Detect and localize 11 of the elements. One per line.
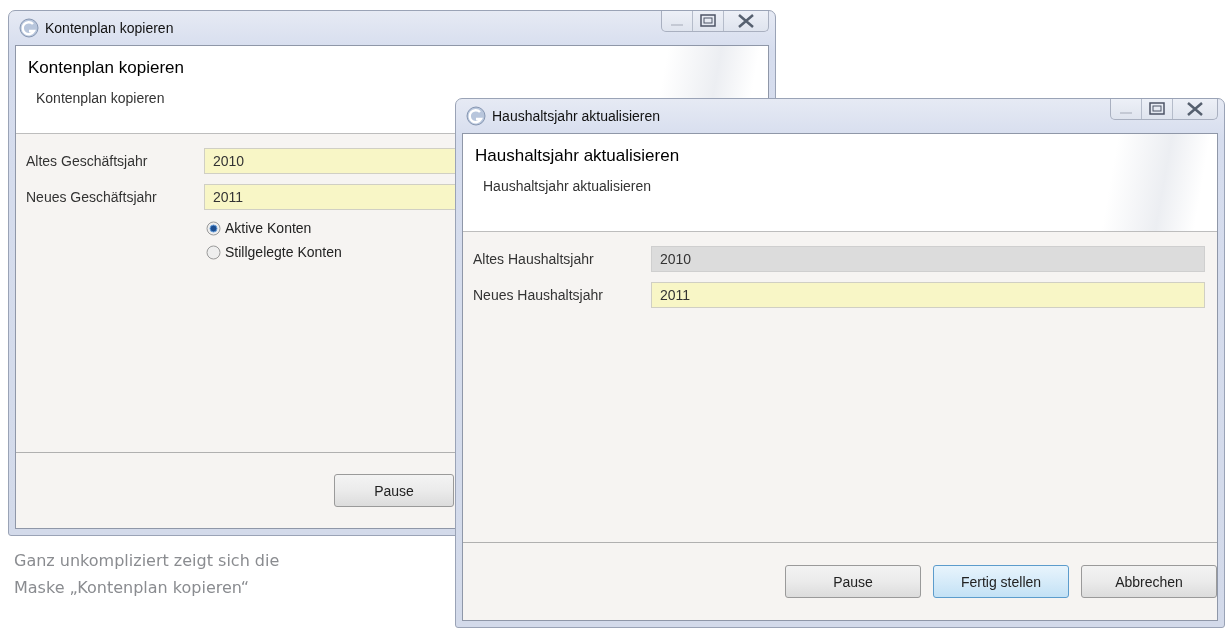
field-label: Altes Geschäftsjahr [26, 153, 149, 169]
header-title: Kontenplan kopieren [28, 58, 184, 78]
window-title: Haushaltsjahr aktualisieren [492, 108, 661, 124]
field-label: Neues Haushaltsjahr [473, 287, 604, 303]
window-title: Kontenplan kopieren [45, 20, 174, 36]
header-subtitle: Haushaltsjahr aktualisieren [483, 178, 652, 194]
field-label: Altes Haushaltsjahr [473, 251, 595, 267]
header-title: Haushaltsjahr aktualisieren [475, 146, 680, 166]
field-label: Neues Geschäftsjahr [26, 189, 158, 205]
caption-text: Ganz unkompliziert zeigt sich die Maske „Kontenplan kopieren“ [14, 551, 280, 597]
header-subtitle: Kontenplan kopieren [36, 90, 165, 106]
